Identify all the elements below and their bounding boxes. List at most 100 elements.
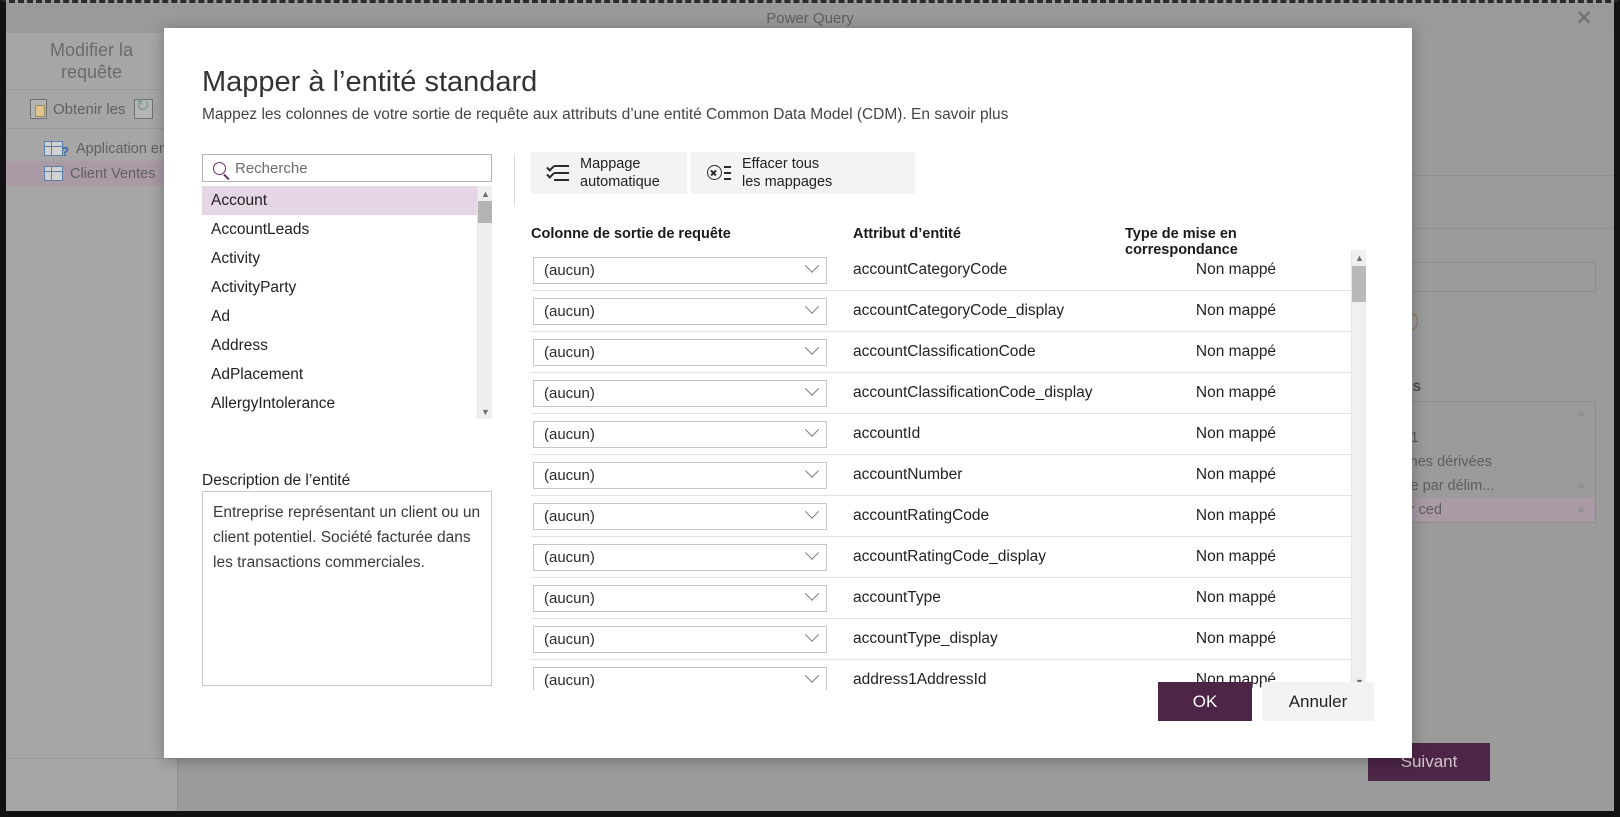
- dropdown-value: (aucun): [544, 630, 595, 648]
- map-to-standard-entity-dialog: Mapper à l’entité standard Mappez les co…: [164, 28, 1412, 758]
- query-column-dropdown[interactable]: (aucun): [533, 666, 827, 690]
- entity-attribute-cell: accountClassificationCode: [853, 343, 1036, 360]
- dropdown-value: (aucun): [544, 384, 595, 402]
- entity-attribute-cell: accountCategoryCode: [853, 261, 1008, 278]
- entity-item-address[interactable]: Address: [202, 331, 477, 360]
- chevron-down-icon[interactable]: [804, 668, 820, 683]
- query-column-dropdown[interactable]: (aucun): [533, 256, 827, 284]
- dropdown-value: (aucun): [544, 548, 595, 566]
- chevron-down-icon[interactable]: [804, 381, 820, 396]
- query-column-dropdown[interactable]: (aucun): [533, 379, 827, 407]
- auto-map-icon: [547, 164, 569, 182]
- clear-all-mappings-label: Effacer tous les mappages: [742, 155, 833, 190]
- auto-map-button[interactable]: Mappage automatique: [531, 152, 687, 194]
- chevron-down-icon[interactable]: [804, 504, 820, 519]
- chevron-down-icon[interactable]: [804, 422, 820, 437]
- chevron-down-icon[interactable]: ▼: [478, 404, 492, 419]
- ok-button[interactable]: OK: [1158, 682, 1252, 721]
- entity-attribute-cell: accountCategoryCode_display: [853, 302, 1065, 319]
- table-row: (aucun) accountId Non mappé: [531, 414, 1351, 455]
- mapping-type-cell: Non mappé: [1195, 425, 1277, 442]
- cancel-button[interactable]: Annuler: [1262, 682, 1374, 721]
- entity-item-activity[interactable]: Activity: [202, 244, 477, 273]
- chevron-down-icon[interactable]: [804, 627, 820, 642]
- entity-item-adplacement[interactable]: AdPlacement: [202, 360, 477, 389]
- query-column-dropdown[interactable]: (aucun): [533, 625, 827, 653]
- query-column-dropdown[interactable]: (aucun): [533, 502, 827, 530]
- query-column-cell: (aucun): [531, 666, 853, 690]
- chevron-down-icon[interactable]: [804, 463, 820, 478]
- entity-description-text: Entreprise représentant un client ou un …: [202, 491, 492, 686]
- dropdown-value: (aucun): [544, 466, 595, 484]
- mapping-table-scrollbar[interactable]: ▲ ▼: [1351, 250, 1366, 690]
- query-column-cell: (aucun): [531, 502, 853, 530]
- entity-item-allergyintolerance[interactable]: AllergyIntolerance: [202, 389, 477, 418]
- entity-attribute-cell: accountId: [853, 425, 921, 442]
- clear-mappings-icon: [707, 164, 731, 182]
- table-row: (aucun) accountClassificationCode_display…: [531, 373, 1351, 414]
- entity-item-account[interactable]: Account: [202, 186, 477, 215]
- search-placeholder: Recherche: [235, 159, 308, 177]
- table-row: (aucun) accountCategoryCode_display Non ma…: [531, 291, 1351, 332]
- entity-attribute-cell: accountNumber: [853, 466, 963, 483]
- dropdown-value: (aucun): [544, 302, 595, 320]
- entity-list-scrollbar[interactable]: ▲ ▼: [477, 186, 492, 419]
- query-column-cell: (aucun): [531, 379, 853, 407]
- chevron-up-icon[interactable]: ▲: [1352, 250, 1366, 266]
- dropdown-value: (aucun): [544, 507, 595, 525]
- entity-attribute-cell: accountRatingCode: [853, 507, 990, 524]
- dropdown-value: (aucun): [544, 589, 595, 607]
- toolbar-divider: [514, 154, 515, 206]
- chevron-down-icon[interactable]: [804, 299, 820, 314]
- query-column-dropdown[interactable]: (aucun): [533, 297, 827, 325]
- query-column-dropdown[interactable]: (aucun): [533, 584, 827, 612]
- query-column-dropdown[interactable]: (aucun): [533, 543, 827, 571]
- chevron-down-icon[interactable]: [804, 340, 820, 355]
- table-row: (aucun) accountType_display Non mappé: [531, 619, 1351, 660]
- query-column-dropdown[interactable]: (aucun): [533, 338, 827, 366]
- entity-attribute-cell: address1AddressId: [853, 671, 987, 688]
- table-row: (aucun) accountRatingCode Non mappé: [531, 496, 1351, 537]
- chevron-down-icon[interactable]: [804, 258, 820, 273]
- entity-item-activityparty[interactable]: ActivityParty: [202, 273, 477, 302]
- query-column-dropdown[interactable]: (aucun): [533, 461, 827, 489]
- table-row: (aucun) accountCategoryCode Non mappé: [531, 250, 1351, 291]
- mapping-type-cell: Non mappé: [1195, 589, 1277, 606]
- clear-all-mappings-button[interactable]: Effacer tous les mappages: [691, 152, 915, 194]
- search-icon: [213, 161, 226, 175]
- chevron-down-icon[interactable]: [804, 545, 820, 560]
- dropdown-value: (aucun): [544, 671, 595, 689]
- mapping-table-body: (aucun) accountCategoryCode Non mappé (aucu…: [531, 250, 1351, 690]
- mapping-type-cell: Non mappé: [1195, 261, 1277, 278]
- chevron-up-icon[interactable]: ▲: [478, 186, 492, 201]
- search-input[interactable]: Recherche: [202, 154, 492, 182]
- mapping-type-cell: Non mappé: [1195, 384, 1277, 401]
- scrollbar-thumb[interactable]: [1352, 266, 1366, 302]
- entity-item-ad[interactable]: Ad: [202, 302, 477, 331]
- query-column-cell: (aucun): [531, 338, 853, 366]
- scrollbar-thumb[interactable]: [478, 201, 492, 223]
- table-row: (aucun) accountNumber Non mappé: [531, 455, 1351, 496]
- query-column-dropdown[interactable]: (aucun): [533, 420, 827, 448]
- dropdown-value: (aucun): [544, 261, 595, 279]
- query-column-cell: (aucun): [531, 256, 853, 284]
- query-column-cell: (aucun): [531, 625, 853, 653]
- entity-list-items: Account AccountLeads Activity ActivityPa…: [202, 186, 477, 419]
- chevron-down-icon[interactable]: [804, 586, 820, 601]
- mapping-type-cell: Non mappé: [1195, 466, 1277, 483]
- entity-attribute-cell: accountType: [853, 589, 941, 606]
- dialog-title: Mapper à l’entité standard: [202, 66, 538, 98]
- mapping-type-cell: Non mappé: [1195, 302, 1277, 319]
- screen-root: Power Query ✕ Modifier la requête Obtenir…: [0, 0, 1620, 817]
- query-column-cell: (aucun): [531, 461, 853, 489]
- query-column-cell: (aucun): [531, 297, 853, 325]
- auto-map-label: Mappage automatique: [580, 155, 660, 190]
- mapping-type-cell: Non mappé: [1195, 630, 1277, 647]
- table-row: (aucun) accountRatingCode_display Non mapp…: [531, 537, 1351, 578]
- table-row: (aucun) accountType Non mappé: [531, 578, 1351, 619]
- entity-item-accountleads[interactable]: AccountLeads: [202, 215, 477, 244]
- entity-description-label: Description de l’entité: [202, 472, 351, 489]
- entity-attribute-cell: accountType_display: [853, 630, 998, 647]
- entity-list: Account AccountLeads Activity ActivityPa…: [202, 186, 492, 419]
- dropdown-value: (aucun): [544, 343, 595, 361]
